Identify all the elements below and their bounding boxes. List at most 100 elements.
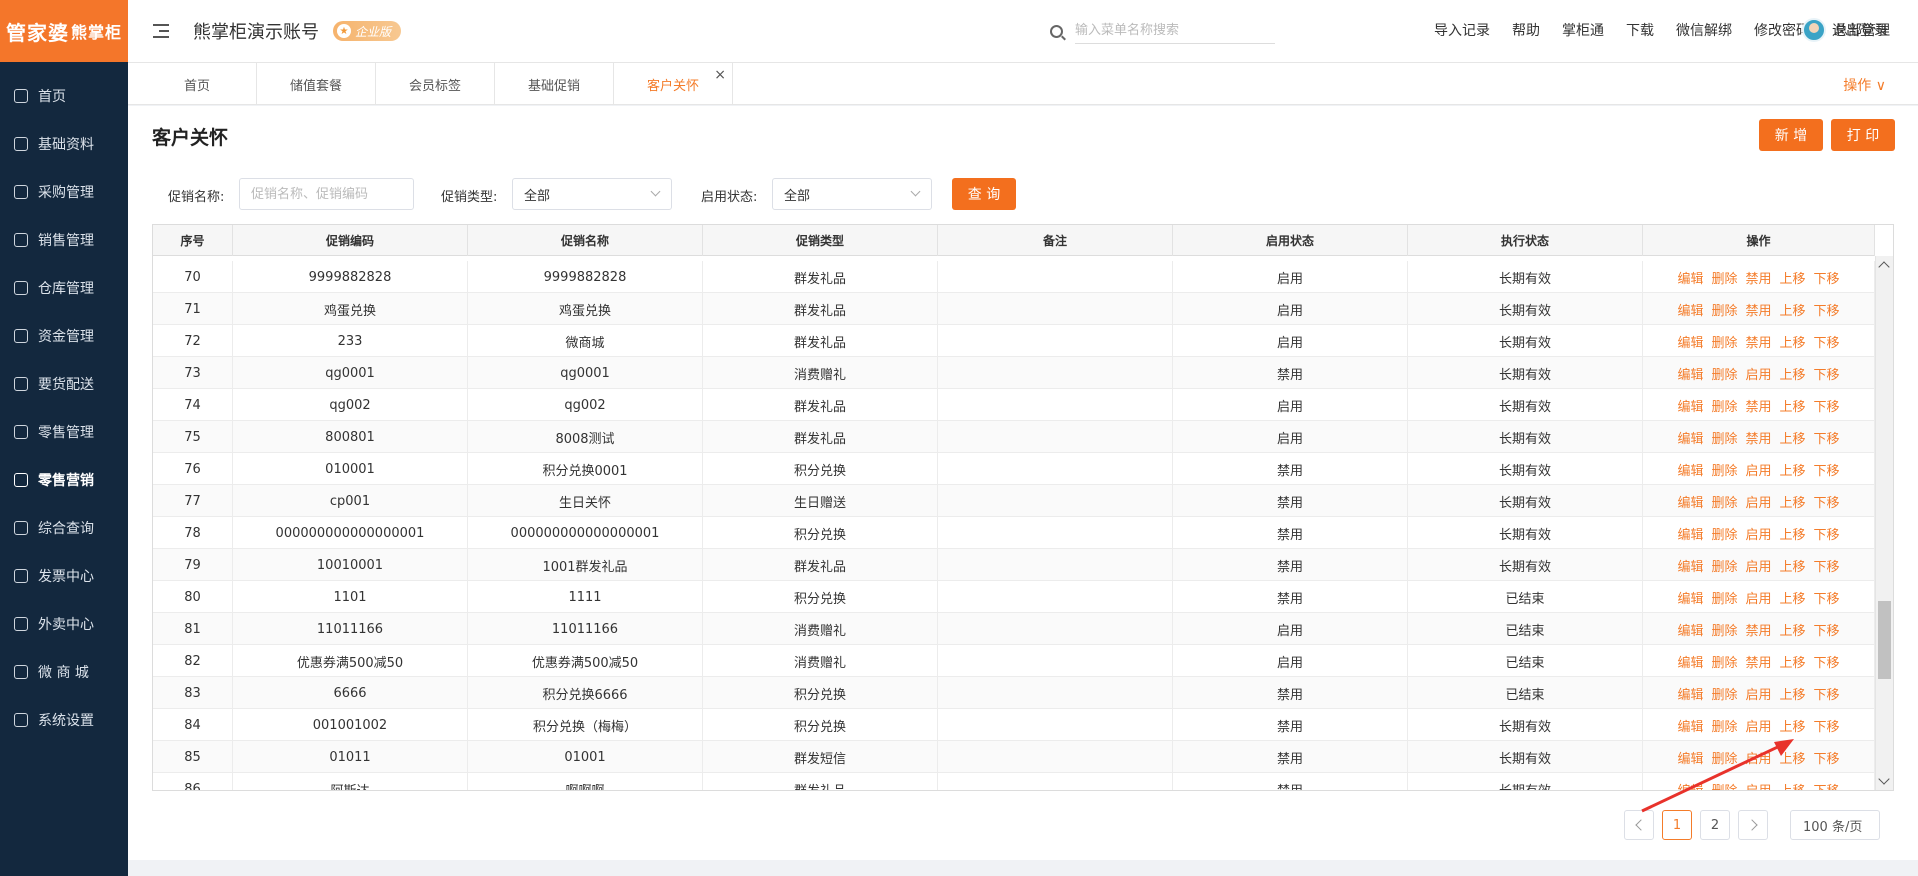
help-link[interactable]: 帮助	[1512, 20, 1540, 40]
user-menu[interactable]: 总部管理	[1802, 18, 1890, 42]
delete-link[interactable]: 删除	[1711, 716, 1737, 735]
toggle-status-link[interactable]: 启用	[1745, 524, 1771, 543]
edit-link[interactable]: 编辑	[1677, 684, 1703, 703]
move-down-link[interactable]: 下移	[1814, 300, 1840, 319]
zhangguitong-link[interactable]: 掌柜通	[1562, 20, 1604, 40]
move-up-link[interactable]: 上移	[1780, 684, 1806, 703]
delete-link[interactable]: 删除	[1711, 396, 1737, 415]
toggle-status-link[interactable]: 禁用	[1745, 620, 1771, 639]
move-up-link[interactable]: 上移	[1780, 716, 1806, 735]
move-down-link[interactable]: 下移	[1814, 396, 1840, 415]
edit-link[interactable]: 编辑	[1677, 268, 1703, 287]
toggle-status-link[interactable]: 启用	[1745, 716, 1771, 735]
user-name[interactable]: 总部管理	[1834, 20, 1890, 40]
toggle-status-link[interactable]: 启用	[1745, 556, 1771, 575]
scroll-down-icon[interactable]	[1878, 773, 1890, 785]
sidebar-item[interactable]: 仓库管理	[0, 264, 128, 312]
delete-link[interactable]: 删除	[1711, 364, 1737, 383]
sidebar-item[interactable]: 系统设置	[0, 696, 128, 744]
tab-basic-promotion[interactable]: 基础促销	[495, 63, 614, 105]
print-button[interactable]: 打 印	[1831, 119, 1895, 151]
toggle-status-link[interactable]: 禁用	[1745, 652, 1771, 671]
delete-link[interactable]: 删除	[1711, 460, 1737, 479]
edit-link[interactable]: 编辑	[1677, 492, 1703, 511]
toggle-status-link[interactable]: 禁用	[1745, 300, 1771, 319]
move-down-link[interactable]: 下移	[1814, 652, 1840, 671]
toggle-status-link[interactable]: 启用	[1745, 364, 1771, 383]
scrollbar-thumb[interactable]	[1878, 601, 1891, 679]
promo-type-select[interactable]: 全部	[512, 178, 672, 210]
sidebar-item[interactable]: 采购管理	[0, 168, 128, 216]
sidebar-item[interactable]: 销售管理	[0, 216, 128, 264]
sidebar-item[interactable]: 首页	[0, 72, 128, 120]
sidebar-item[interactable]: 资金管理	[0, 312, 128, 360]
move-down-link[interactable]: 下移	[1814, 716, 1840, 735]
move-down-link[interactable]: 下移	[1814, 364, 1840, 383]
toggle-status-link[interactable]: 禁用	[1745, 396, 1771, 415]
move-up-link[interactable]: 上移	[1780, 300, 1806, 319]
sidebar-item[interactable]: 零售管理	[0, 408, 128, 456]
download-link[interactable]: 下载	[1626, 20, 1654, 40]
edit-link[interactable]: 编辑	[1677, 588, 1703, 607]
sidebar-item[interactable]: 基础资料	[0, 120, 128, 168]
add-button[interactable]: 新 增	[1759, 119, 1823, 151]
sidebar-item[interactable]: 零售营销	[0, 456, 128, 504]
move-down-link[interactable]: 下移	[1814, 556, 1840, 575]
delete-link[interactable]: 删除	[1711, 684, 1737, 703]
edit-link[interactable]: 编辑	[1677, 332, 1703, 351]
move-up-link[interactable]: 上移	[1780, 364, 1806, 383]
tab-member-tags[interactable]: 会员标签	[376, 63, 495, 105]
sidebar-item[interactable]: 微 商 城	[0, 648, 128, 696]
edit-link[interactable]: 编辑	[1677, 716, 1703, 735]
move-up-link[interactable]: 上移	[1780, 460, 1806, 479]
edit-link[interactable]: 编辑	[1677, 428, 1703, 447]
status-select[interactable]: 全部	[772, 178, 932, 210]
toggle-status-link[interactable]: 启用	[1745, 492, 1771, 511]
tab-stored-value[interactable]: 储值套餐	[257, 63, 376, 105]
move-up-link[interactable]: 上移	[1780, 492, 1806, 511]
edit-link[interactable]: 编辑	[1677, 460, 1703, 479]
move-down-link[interactable]: 下移	[1814, 620, 1840, 639]
move-up-link[interactable]: 上移	[1780, 268, 1806, 287]
toggle-status-link[interactable]: 禁用	[1745, 332, 1771, 351]
move-up-link[interactable]: 上移	[1780, 396, 1806, 415]
sidebar-item[interactable]: 要货配送	[0, 360, 128, 408]
delete-link[interactable]: 删除	[1711, 300, 1737, 319]
delete-link[interactable]: 删除	[1711, 588, 1737, 607]
move-up-link[interactable]: 上移	[1780, 428, 1806, 447]
delete-link[interactable]: 删除	[1711, 332, 1737, 351]
search-icon[interactable]	[1050, 24, 1063, 38]
menu-search-input[interactable]	[1075, 18, 1275, 44]
edit-link[interactable]: 编辑	[1677, 556, 1703, 575]
delete-link[interactable]: 删除	[1711, 652, 1737, 671]
delete-link[interactable]: 删除	[1711, 524, 1737, 543]
toggle-status-link[interactable]: 禁用	[1745, 428, 1771, 447]
close-icon[interactable]: ×	[714, 67, 726, 83]
move-down-link[interactable]: 下移	[1814, 268, 1840, 287]
query-button[interactable]: 查 询	[952, 178, 1016, 210]
toggle-status-link[interactable]: 启用	[1745, 460, 1771, 479]
move-down-link[interactable]: 下移	[1814, 684, 1840, 703]
move-down-link[interactable]: 下移	[1814, 492, 1840, 511]
edit-link[interactable]: 编辑	[1677, 652, 1703, 671]
move-up-link[interactable]: 上移	[1780, 652, 1806, 671]
tab-customer-care[interactable]: 客户关怀 ×	[614, 63, 733, 105]
sidebar-item[interactable]: 发票中心	[0, 552, 128, 600]
sidebar-item[interactable]: 综合查询	[0, 504, 128, 552]
toggle-status-link[interactable]: 启用	[1745, 684, 1771, 703]
delete-link[interactable]: 删除	[1711, 620, 1737, 639]
scroll-up-icon[interactable]	[1878, 261, 1890, 273]
edit-link[interactable]: 编辑	[1677, 364, 1703, 383]
table-scrollbar[interactable]	[1875, 256, 1893, 790]
avatar[interactable]	[1802, 18, 1826, 42]
page-size-select[interactable]: 100 条/页	[1790, 810, 1880, 840]
edit-link[interactable]: 编辑	[1677, 300, 1703, 319]
move-down-link[interactable]: 下移	[1814, 332, 1840, 351]
move-up-link[interactable]: 上移	[1780, 588, 1806, 607]
delete-link[interactable]: 删除	[1711, 556, 1737, 575]
edit-link[interactable]: 编辑	[1677, 396, 1703, 415]
move-down-link[interactable]: 下移	[1814, 748, 1840, 767]
operations-dropdown[interactable]: 操作 ∨	[1843, 75, 1886, 95]
move-down-link[interactable]: 下移	[1814, 780, 1840, 791]
wechat-unbind-link[interactable]: 微信解绑	[1676, 20, 1732, 40]
